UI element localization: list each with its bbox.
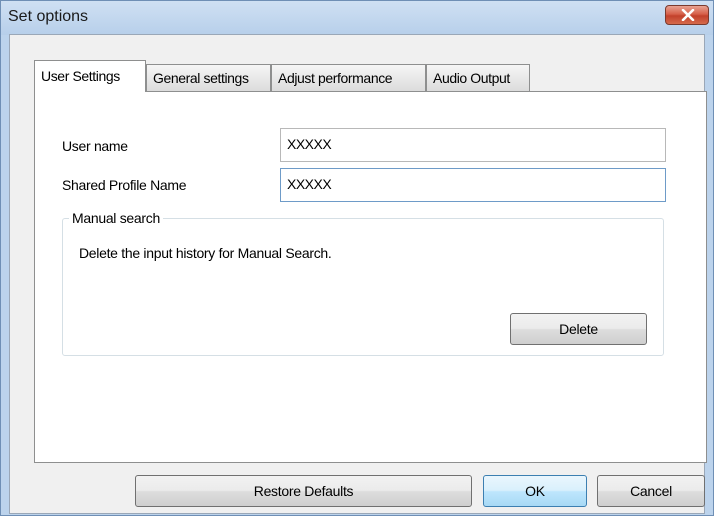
- tab-adjust-performance[interactable]: Adjust performance: [271, 64, 426, 91]
- tab-user-settings[interactable]: User Settings: [34, 60, 146, 92]
- tab-label: Adjust performance: [278, 70, 393, 86]
- close-button[interactable]: [665, 5, 709, 25]
- tab-audio-output[interactable]: Audio Output: [426, 64, 530, 91]
- cancel-button[interactable]: Cancel: [597, 475, 705, 507]
- restore-defaults-button[interactable]: Restore Defaults: [135, 475, 472, 507]
- close-icon: [681, 9, 695, 21]
- delete-button[interactable]: Delete: [510, 313, 647, 345]
- title-bar[interactable]: Set options: [1, 1, 713, 35]
- window-title: Set options: [8, 8, 89, 25]
- tab-label: Audio Output: [433, 70, 510, 86]
- ok-button[interactable]: OK: [483, 475, 587, 507]
- tab-general-settings[interactable]: General settings: [146, 64, 271, 91]
- shared-profile-name-label: Shared Profile Name: [62, 177, 187, 193]
- manual-search-description: Delete the input history for Manual Sear…: [79, 245, 332, 261]
- user-name-label: User name: [62, 138, 128, 154]
- manual-search-legend: Manual search: [72, 210, 160, 226]
- user-name-field[interactable]: XXXXX: [280, 128, 666, 162]
- tab-label: User Settings: [41, 68, 120, 84]
- tab-label: General settings: [153, 70, 249, 86]
- shared-profile-name-field[interactable]: XXXXX: [280, 168, 666, 202]
